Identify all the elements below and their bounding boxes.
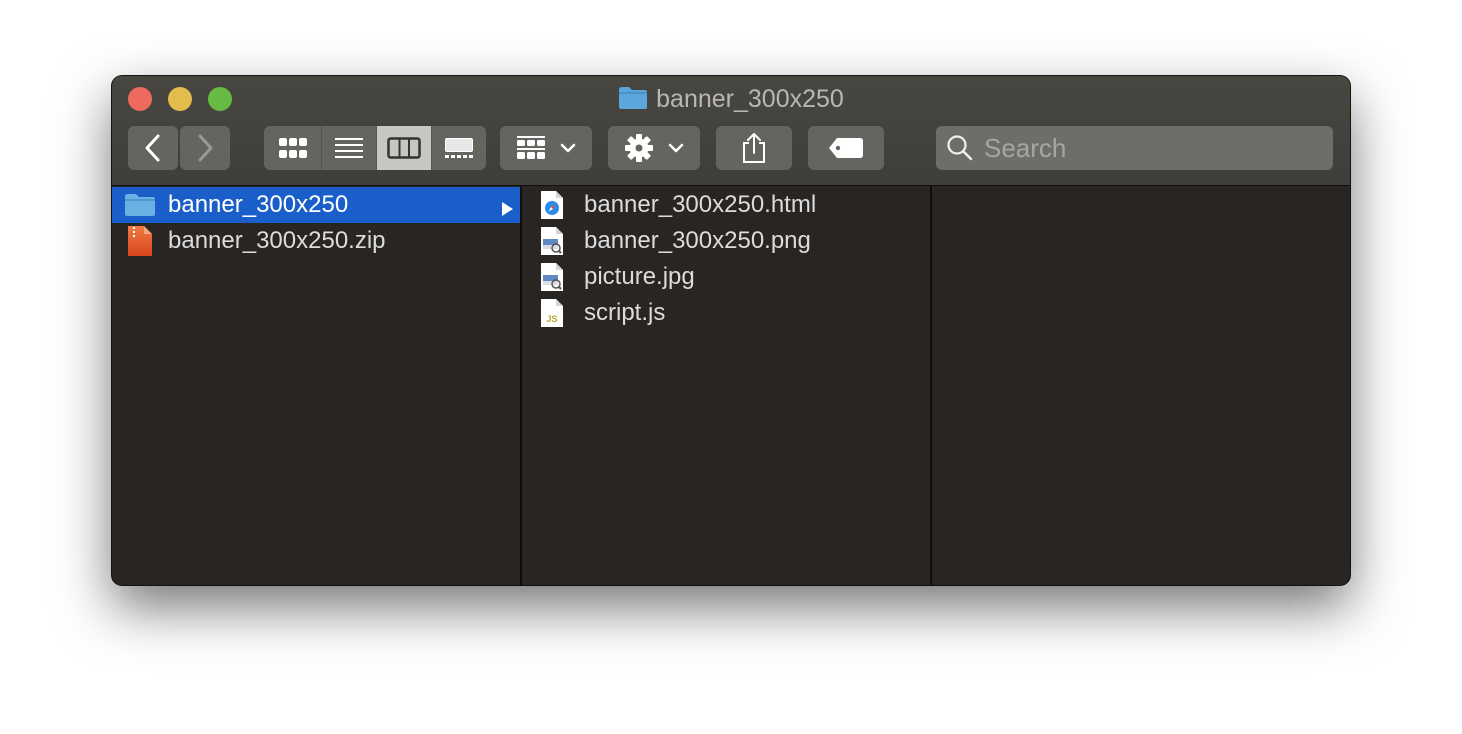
item-label: script.js: [584, 299, 666, 326]
item-label: picture.jpg: [584, 263, 695, 290]
group-icon: [517, 136, 545, 159]
forward-button[interactable]: [180, 126, 230, 170]
image-file-icon: [536, 261, 568, 293]
list-item-js[interactable]: JS script.js: [522, 295, 930, 331]
chevron-right-icon: [198, 134, 213, 162]
column-2: banner_300x250.html banner_300x250.png p…: [522, 186, 932, 585]
share-icon: [743, 133, 765, 163]
search-icon: [947, 135, 973, 161]
tag-icon: [829, 138, 863, 158]
gear-icon: [625, 134, 653, 162]
search-field[interactable]: [936, 126, 1333, 170]
column-browser: banner_300x250 banner_300x250.zip banner…: [112, 186, 1350, 585]
list-item-html[interactable]: banner_300x250.html: [522, 187, 930, 223]
back-button[interactable]: [128, 126, 178, 170]
share-button[interactable]: [716, 126, 792, 170]
window-title-text: banner_300x250: [656, 85, 844, 113]
chevron-left-icon: [145, 134, 160, 162]
list-item-zip[interactable]: banner_300x250.zip: [112, 223, 520, 259]
column-3: [932, 186, 1350, 585]
list-item-jpg[interactable]: picture.jpg: [522, 259, 930, 295]
finder-window: banner_300x250 Search banner_300x250 ban…: [112, 76, 1350, 585]
item-label: banner_300x250.png: [584, 227, 811, 254]
view-mode-control: [264, 126, 486, 170]
folder-icon: [124, 189, 156, 221]
zip-file-icon: [124, 225, 156, 257]
chevron-down-icon: [560, 143, 576, 153]
group-button[interactable]: [500, 126, 592, 170]
item-label: banner_300x250.html: [584, 191, 817, 218]
action-button[interactable]: [608, 126, 700, 170]
titlebar: banner_300x250: [112, 76, 1350, 186]
grid-icon: [278, 138, 307, 158]
list-icon: [335, 138, 363, 158]
column-view-button[interactable]: [376, 126, 431, 170]
chevron-down-icon: [668, 143, 684, 153]
disclosure-arrow-icon: [500, 196, 514, 224]
image-file-icon: [536, 225, 568, 257]
tag-button[interactable]: [808, 126, 884, 170]
column-1: banner_300x250 banner_300x250.zip: [112, 186, 522, 585]
svg-text:JS: JS: [546, 314, 557, 324]
js-file-icon: JS: [536, 297, 568, 329]
list-item-folder-banner[interactable]: banner_300x250: [112, 187, 520, 223]
gallery-icon: [445, 138, 473, 158]
columns-icon: [387, 137, 421, 159]
list-view-button[interactable]: [321, 126, 376, 170]
html-file-icon: [536, 189, 568, 221]
folder-icon: [618, 86, 648, 117]
search-input[interactable]: [982, 131, 1306, 165]
list-item-png[interactable]: banner_300x250.png: [522, 223, 930, 259]
icon-view-button[interactable]: [264, 126, 321, 170]
item-label: banner_300x250.zip: [168, 227, 386, 254]
gallery-view-button[interactable]: [431, 126, 486, 170]
window-title: banner_300x250: [112, 84, 1350, 117]
item-label: banner_300x250: [168, 191, 349, 218]
